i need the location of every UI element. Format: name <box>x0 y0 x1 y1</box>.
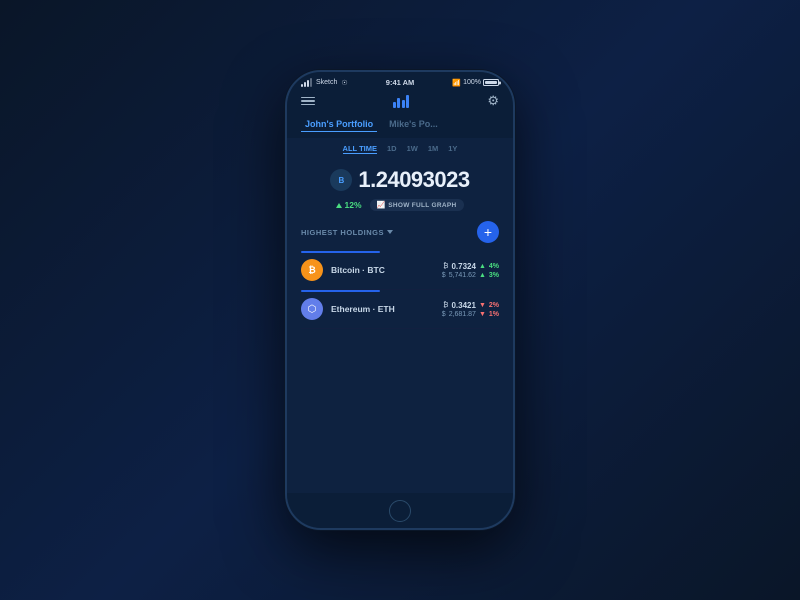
time-btn-1d[interactable]: 1D <box>387 144 397 154</box>
tab-mikes-portfolio[interactable]: Mike's Po... <box>385 117 442 132</box>
phone-wrapper: Sketch ☉ 9:41 AM 📶 100% ⚙ Joh <box>285 70 515 530</box>
btc-usd-arrow: ▲ <box>479 272 486 279</box>
status-left: Sketch ☉ <box>301 78 348 87</box>
chart-icon <box>393 95 410 108</box>
signal-icon <box>301 78 312 87</box>
time-btn-1m[interactable]: 1M <box>428 144 438 154</box>
battery-fill <box>485 81 497 84</box>
coin-item-eth[interactable]: ⬡ Ethereum · ETH ₿ 0.3421 ▼ 2% $ <box>301 290 499 329</box>
coin-list: ₿ Bitcoin · BTC ₿ 0.7324 ▲ 4% $ <box>301 251 499 329</box>
battery-pct: 100% <box>463 79 481 86</box>
btc-values: ₿ 0.7324 ▲ 4% $ 5,741.62 ▲ 3% <box>442 262 499 279</box>
holdings-header: HIGHEST HOLDINGS + <box>301 221 499 243</box>
eth-info: Ethereum · ETH <box>331 304 434 315</box>
bluetooth-icon: 📶 <box>452 79 461 87</box>
add-holding-button[interactable]: + <box>477 221 499 243</box>
time-btn-1y[interactable]: 1Y <box>448 144 457 154</box>
status-right: 📶 100% <box>452 79 499 87</box>
eth-amount-symbol: ₿ <box>443 302 448 309</box>
tab-johns-portfolio[interactable]: John's Portfolio <box>301 117 377 132</box>
change-percent: 12% <box>336 200 361 210</box>
status-bar: Sketch ☉ 9:41 AM 📶 100% <box>287 72 513 89</box>
eth-usd-row: $ 2,681.87 ▼ 1% <box>442 311 499 318</box>
btc-amount-arrow: ▲ <box>479 263 486 270</box>
btc-usd-change: 3% <box>489 272 499 279</box>
time-range-bar: ALL TIME 1D 1W 1M 1Y <box>287 138 513 159</box>
btc-unit-symbol: B <box>330 169 352 191</box>
eth-values: ₿ 0.3421 ▼ 2% $ 2,681.87 ▼ 1% <box>442 301 499 318</box>
graph-line-icon: 📈 <box>377 201 386 209</box>
menu-button[interactable] <box>301 97 315 106</box>
btc-info: Bitcoin · BTC <box>331 265 434 276</box>
arrow-up-icon <box>336 203 342 208</box>
eth-usd-symbol: $ <box>442 311 446 318</box>
holdings-title[interactable]: HIGHEST HOLDINGS <box>301 228 393 237</box>
carrier-label: Sketch <box>316 79 337 86</box>
time-display: 9:41 AM <box>386 78 414 87</box>
eth-amount-arrow: ▼ <box>479 302 486 309</box>
btc-amount-change: 4% <box>489 263 499 270</box>
btc-amount-row: ₿ 0.7324 ▲ 4% <box>443 262 499 271</box>
eth-amount: 0.3421 <box>451 301 475 310</box>
eth-icon: ⬡ <box>308 304 317 315</box>
btc-usd-row: $ 5,741.62 ▲ 3% <box>442 272 499 279</box>
nav-bar: ⚙ <box>287 89 513 115</box>
eth-usd-change: 1% <box>489 311 499 318</box>
eth-name: Ethereum · ETH <box>331 304 434 314</box>
btc-logo: ₿ <box>301 259 323 281</box>
main-content: B 1.24093023 12% 📈 SHOW FULL GRAPH HIGHE… <box>287 159 513 493</box>
eth-amount-row: ₿ 0.3421 ▼ 2% <box>443 301 499 310</box>
eth-logo: ⬡ <box>301 298 323 320</box>
dropdown-arrow-icon <box>387 230 393 234</box>
btc-amount-symbol: ₿ <box>443 263 448 270</box>
show-graph-label: SHOW FULL GRAPH <box>388 202 456 209</box>
eth-usd-value: 2,681.87 <box>449 311 476 318</box>
eth-amount-change: 2% <box>489 302 499 309</box>
phone-bottom <box>287 493 513 528</box>
time-btn-1w[interactable]: 1W <box>407 144 418 154</box>
change-row: 12% 📈 SHOW FULL GRAPH <box>301 199 499 211</box>
btc-usd-value: 5,741.62 <box>449 272 476 279</box>
balance-section: B 1.24093023 <box>301 167 499 193</box>
time-btn-all[interactable]: ALL TIME <box>343 144 377 154</box>
btc-icon: ₿ <box>308 265 315 275</box>
btc-amount: 0.7324 <box>451 262 475 271</box>
wifi-icon: ☉ <box>341 79 347 87</box>
phone-frame: Sketch ☉ 9:41 AM 📶 100% ⚙ Joh <box>285 70 515 530</box>
coin-item-btc[interactable]: ₿ Bitcoin · BTC ₿ 0.7324 ▲ 4% $ <box>301 251 499 290</box>
show-full-graph-button[interactable]: 📈 SHOW FULL GRAPH <box>370 199 464 211</box>
settings-icon[interactable]: ⚙ <box>487 93 499 109</box>
change-pct-value: 12% <box>344 200 361 210</box>
portfolio-tabs: John's Portfolio Mike's Po... <box>287 115 513 138</box>
eth-usd-arrow: ▼ <box>479 311 486 318</box>
btc-usd-symbol: $ <box>442 272 446 279</box>
btc-name: Bitcoin · BTC <box>331 265 434 275</box>
battery-icon <box>483 79 499 86</box>
balance-value: 1.24093023 <box>358 167 469 193</box>
holdings-label: HIGHEST HOLDINGS <box>301 228 384 237</box>
home-button[interactable] <box>389 500 411 522</box>
